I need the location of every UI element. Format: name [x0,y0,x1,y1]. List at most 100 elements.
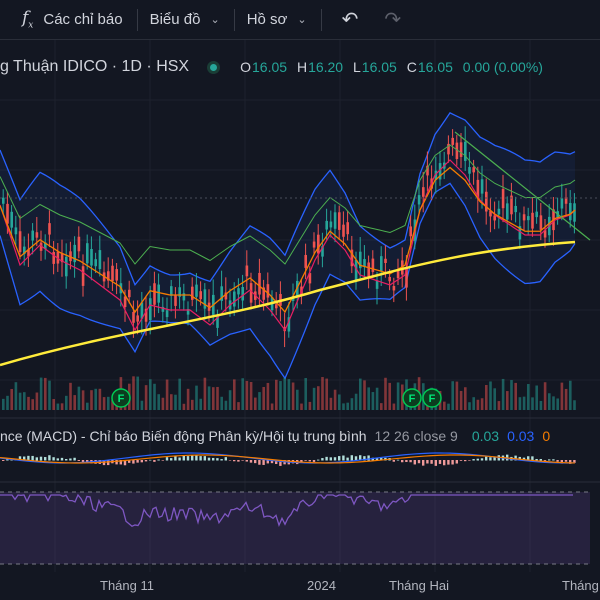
volume-bar [447,403,450,410]
volume-bar [102,397,106,410]
undo-icon[interactable]: ↶ [342,7,359,32]
open-value: 16.05 [252,59,288,75]
macd-histogram-bar [346,457,349,461]
candle-body [417,195,421,205]
chart-type-button[interactable]: Biểu đồ ⌄ [150,0,220,40]
volume-bar [186,388,190,410]
candle-body [451,137,454,145]
volume-bar [392,403,396,410]
macd-histogram-bar [2,460,5,461]
volume-bar [56,403,60,410]
macd-histogram-bar [556,460,559,462]
macd-histogram-bar [468,460,471,461]
volume-bar [77,386,81,410]
volume-bar [560,382,564,410]
volume-bar [455,381,459,410]
macd-histogram-bar [308,460,311,462]
macd-histogram-bar [350,455,353,461]
symbol-title[interactable]: g Thuận IDICO · 1D · HSX [0,58,189,76]
macd-histogram-bar [144,460,148,462]
candle-body [522,214,526,221]
candle-body [199,291,202,300]
event-marker-label: F [118,393,125,405]
macd-histogram-bar [245,460,248,462]
candle-body [325,220,328,230]
candle-body [94,259,97,267]
candle-body [86,243,89,264]
candle-body [363,259,366,267]
candle-body [98,250,102,270]
volume-bar [220,396,223,410]
candle-body [371,258,375,272]
candle-body [31,230,34,241]
macd-histogram-bar [325,456,328,461]
candle-body [493,215,496,221]
macd-histogram-bar [430,460,433,464]
candle-body [275,304,278,309]
volume-bar [459,390,463,410]
volume-bar [27,396,30,410]
macd-histogram-bar [186,456,190,461]
profile-label: Hồ sơ [246,11,288,28]
volume-bar [254,397,257,410]
candle-body [346,222,349,235]
candle-body [527,216,530,221]
volume-bar [543,382,547,410]
volume-bar [149,379,152,410]
macd-histogram-bar [342,455,345,461]
macd-histogram-bar [174,456,177,461]
volume-bar [275,379,278,410]
volume-bar [464,387,467,410]
profile-button[interactable]: Hồ sơ ⌄ [247,0,307,40]
macd-histogram-bar [392,460,395,462]
redo-icon[interactable]: ↷ [384,7,401,32]
volume-bar [300,403,303,410]
volume-bar [140,400,144,410]
volume-bar [342,403,345,410]
volume-bar [548,393,551,410]
volume-bar [535,385,538,410]
macd-histogram-bar [543,460,547,461]
volume-bar [371,392,375,410]
macd-histogram-bar [199,456,202,461]
volume-bar [44,377,47,410]
volume-bar [132,376,135,410]
volume-bar [165,379,169,410]
volume-bar [375,387,379,410]
volume-bar [279,381,282,410]
macd-title[interactable]: nce (MACD) - Chỉ báo Biến động Phân kỳ/H… [0,428,367,444]
candle-body [472,167,475,173]
price-chart[interactable]: FFF [0,0,600,600]
macd-histogram-bar [304,460,307,461]
volume-bar [380,403,383,410]
volume-bar [136,376,139,410]
candle-body [304,254,307,268]
candle-body [569,202,572,221]
change-value: 0.00 (0.00%) [462,59,543,75]
divider [136,8,138,31]
volume-bar [476,399,480,410]
volume-bar [396,382,400,410]
volume-bar [98,388,102,410]
fx-icon[interactable]: fx [22,8,33,30]
time-axis[interactable]: Tháng 11 2024 Tháng Hai Tháng [0,572,600,600]
macd-histogram-bar [132,460,135,464]
volume-bar [296,389,299,410]
volume-bar [157,394,160,410]
volume-bar [191,399,194,410]
macd-histogram-bar [153,460,156,462]
macd-signal-value: 0.03 [507,428,535,444]
volume-bar [485,384,488,410]
divider [320,8,322,31]
candle-body [468,167,471,174]
macd-histogram-bar [564,460,568,462]
macd-histogram-bar [409,460,412,463]
candle-body [77,236,81,252]
candle-body [464,141,467,161]
volume-bar [354,393,358,410]
volume-bar [480,398,484,410]
indicators-button[interactable]: Các chỉ báo [43,0,122,40]
volume-bar [81,390,85,410]
volume-bar [506,391,509,410]
macd-histogram-bar [56,458,59,461]
